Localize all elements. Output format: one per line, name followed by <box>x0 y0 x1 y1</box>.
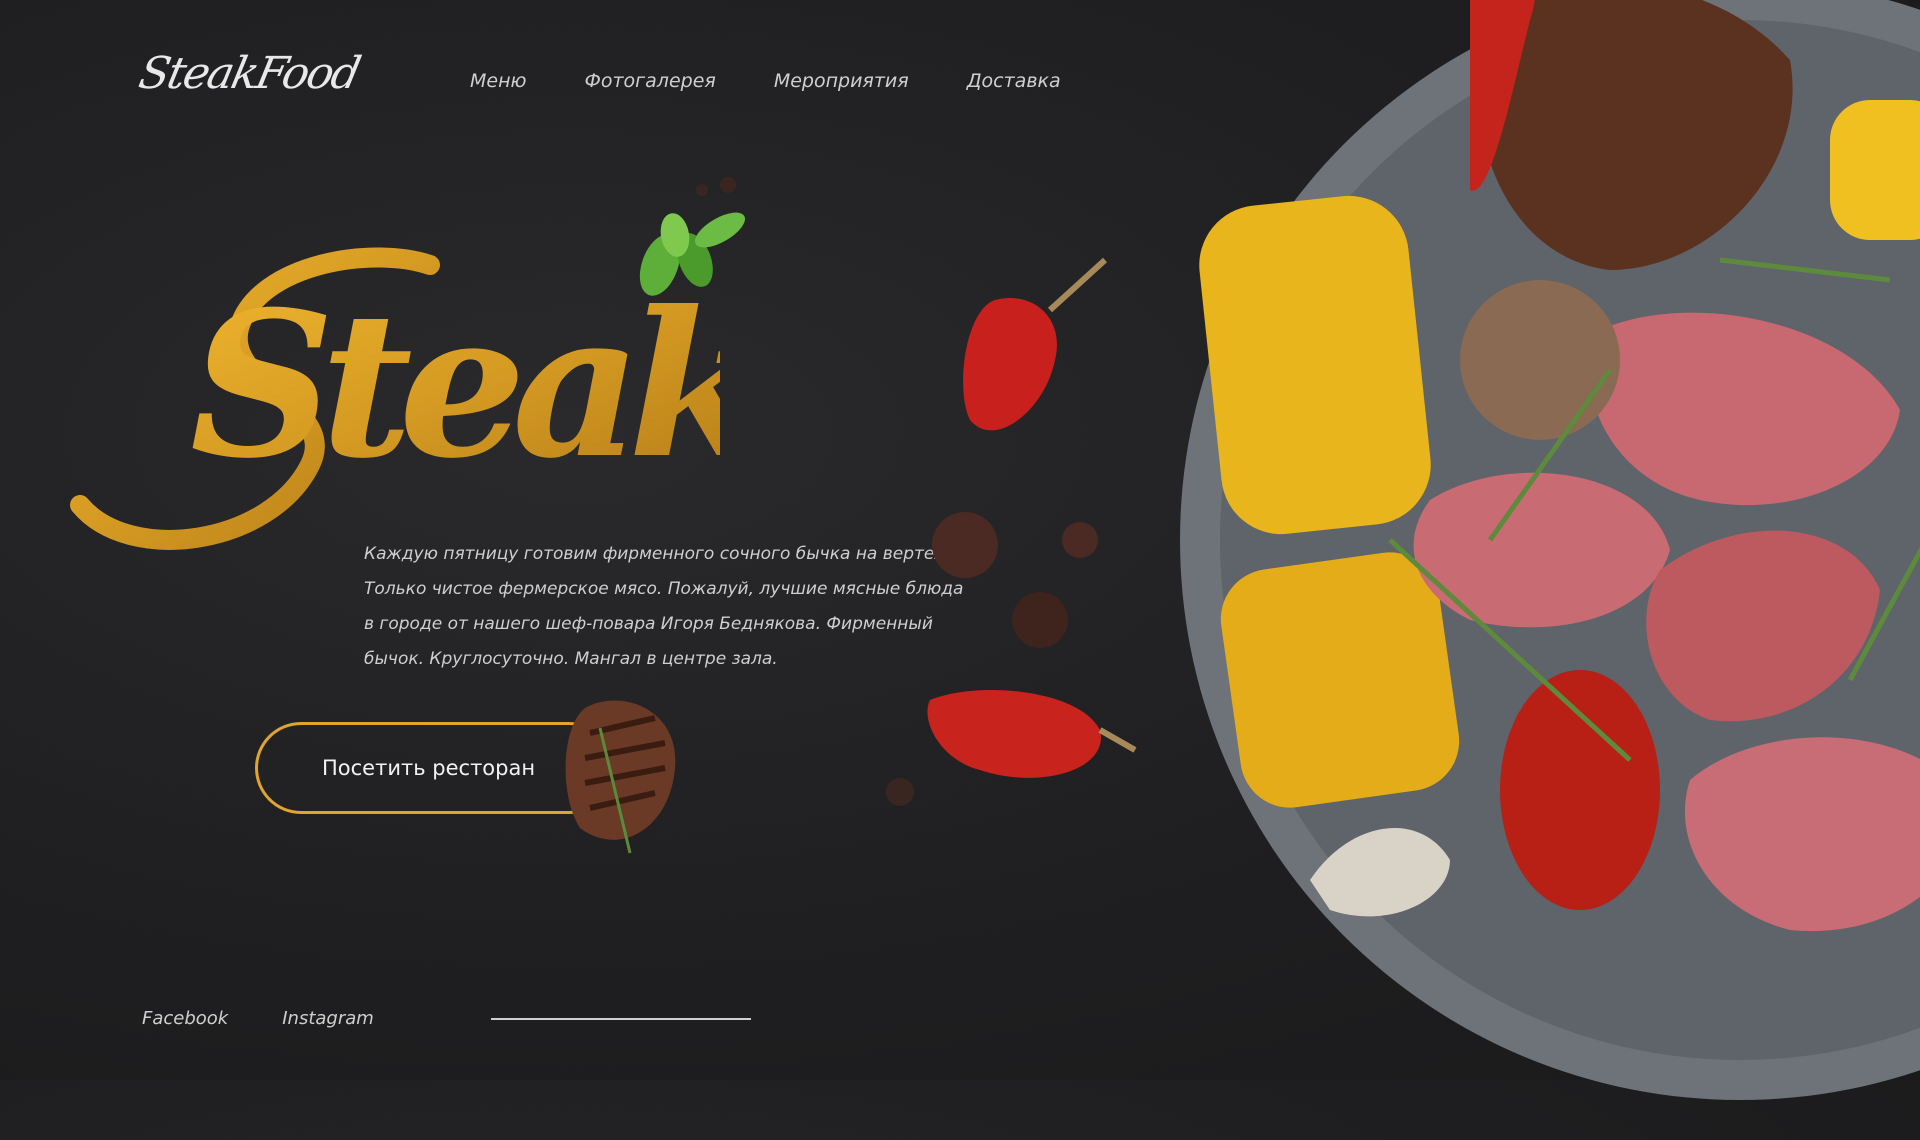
social-links: Facebook Instagram <box>142 1008 428 1029</box>
steak-plate-image <box>1180 0 1920 1100</box>
hero-description: Каждую пятницу готовим фирменного сочног… <box>364 544 964 669</box>
nav-item-delivery[interactable]: Доставка <box>967 70 1061 92</box>
instagram-link[interactable]: Instagram <box>282 1008 374 1029</box>
basil-leaf-icon <box>639 212 745 296</box>
facebook-link[interactable]: Facebook <box>142 1008 228 1029</box>
peppercorn-icon-3 <box>886 778 914 806</box>
footer-divider <box>491 1018 751 1020</box>
visit-restaurant-label: Посетить ресторан <box>322 756 536 780</box>
nav-item-gallery[interactable]: Фотогалерея <box>585 70 716 92</box>
brand-logo[interactable]: SteakFood <box>135 48 364 99</box>
nav-item-events[interactable]: Мероприятия <box>774 70 909 92</box>
main-nav: Меню Фотогалерея Мероприятия Доставка <box>470 70 1119 92</box>
nav-item-menu[interactable]: Меню <box>470 70 527 92</box>
steak-icon <box>565 700 676 854</box>
peppercorn-icon-2 <box>932 512 1098 648</box>
peppercorn-icon <box>696 177 736 196</box>
